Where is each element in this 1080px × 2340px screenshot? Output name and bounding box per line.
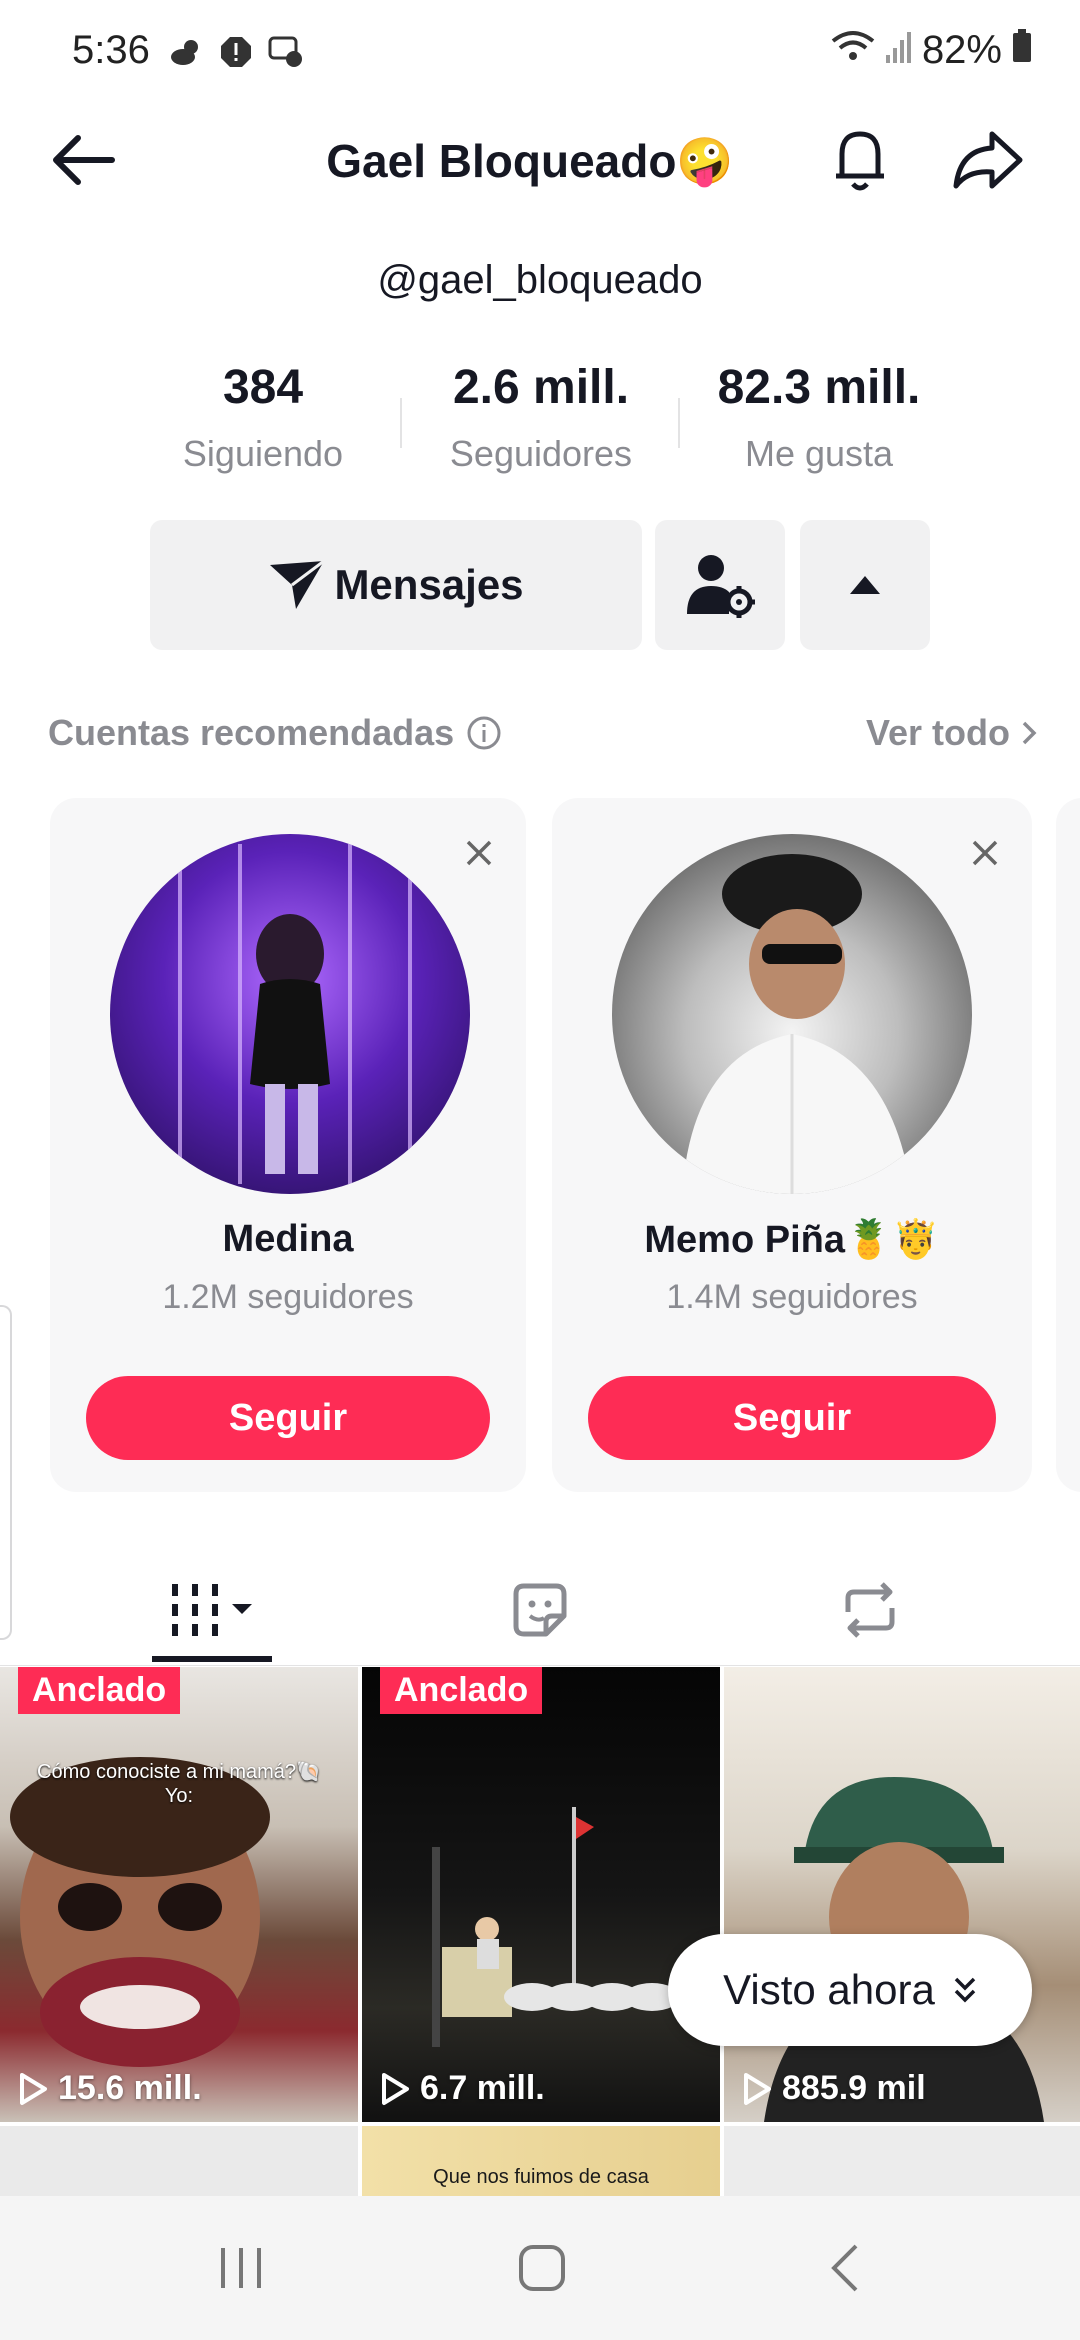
recommended-followers: 1.4M seguidores bbox=[666, 1278, 918, 1316]
view-count: 885.9 mil bbox=[742, 2069, 926, 2108]
close-icon bbox=[972, 840, 998, 866]
stat-followers-value: 2.6 mill. bbox=[452, 361, 630, 414]
sticker-icon bbox=[513, 1583, 567, 1637]
status-bar: 5:36 82% bbox=[0, 0, 1080, 105]
pinned-badge: Anclado bbox=[380, 1667, 543, 1714]
view-count-text: 885.9 mil bbox=[782, 2069, 926, 2107]
recommended-title: Cuentas recomendadas bbox=[48, 712, 502, 754]
battery-percent: 82% bbox=[921, 28, 1002, 72]
recommended-title-text: Cuentas recomendadas bbox=[48, 712, 455, 753]
share-icon bbox=[953, 131, 1023, 189]
message-button[interactable]: Mensajes bbox=[150, 520, 642, 650]
seen-now-label: Visto ahora bbox=[723, 1966, 935, 2013]
video-thumbnail[interactable]: Anclado 6.7 mill. bbox=[362, 1667, 720, 2122]
video-thumbnail[interactable]: Que nos fuimos de casa bbox=[362, 2126, 720, 2206]
video-thumbnail[interactable]: Anclado Cómo conociste a mi mamá?🐚 Yo: 1… bbox=[0, 1667, 358, 2122]
stat-following[interactable]: 384 Siguiendo bbox=[143, 360, 383, 475]
see-all-link[interactable]: Ver todo bbox=[866, 712, 1038, 754]
tabs-divider bbox=[0, 1665, 1080, 1666]
close-icon bbox=[466, 840, 492, 866]
video-caption: Yo: bbox=[164, 1785, 194, 1807]
stat-followers[interactable]: 2.6 mill. Seguidores bbox=[421, 360, 661, 475]
system-back-button[interactable] bbox=[806, 2238, 886, 2298]
video-thumbnail[interactable]: 885.9 mil bbox=[724, 1667, 1080, 2122]
recent-apps-button[interactable] bbox=[202, 2238, 282, 2298]
view-count: 6.7 mill. bbox=[380, 2069, 545, 2108]
see-all-label: Ver todo bbox=[865, 712, 1010, 753]
alert-icon bbox=[218, 34, 254, 70]
recommended-name: Medina bbox=[222, 1218, 354, 1260]
avatar[interactable] bbox=[612, 834, 972, 1194]
recommended-followers: 1.2M seguidores bbox=[162, 1278, 414, 1316]
play-icon bbox=[744, 2072, 771, 2105]
page-title: Gael Bloqueado🤪 bbox=[326, 135, 734, 187]
recommended-header: Cuentas recomendadas Ver todo bbox=[48, 712, 1038, 762]
double-chevron-down-icon bbox=[954, 1977, 976, 2003]
profile-stats: 384 Siguiendo 2.6 mill. Seguidores 82.3 … bbox=[0, 360, 1080, 490]
info-icon[interactable] bbox=[466, 715, 502, 751]
signal-icon bbox=[885, 28, 912, 73]
video-caption: Cómo conociste a mi mamá?🐚 bbox=[37, 1761, 321, 1783]
video-thumbnail[interactable] bbox=[724, 2126, 1080, 2206]
home-button[interactable] bbox=[502, 2238, 582, 2298]
notifications-button[interactable] bbox=[820, 124, 900, 196]
profile-header: Gael Bloqueado🤪 bbox=[0, 110, 1080, 210]
dismiss-button[interactable] bbox=[960, 828, 1010, 878]
recommended-card-partial[interactable] bbox=[1056, 798, 1080, 1492]
view-count-text: 15.6 mill. bbox=[58, 2069, 202, 2107]
stat-followers-label: Seguidores bbox=[449, 433, 633, 474]
tab-stickers[interactable] bbox=[490, 1560, 590, 1660]
stat-following-value: 384 bbox=[222, 361, 304, 414]
home-icon bbox=[519, 2245, 565, 2291]
follow-button[interactable]: Seguir bbox=[86, 1376, 490, 1460]
more-options-button[interactable] bbox=[800, 520, 930, 650]
add-friend-gear-icon bbox=[687, 555, 755, 618]
tab-reposts[interactable] bbox=[820, 1560, 920, 1660]
stat-likes[interactable]: 82.3 mill. Me gusta bbox=[699, 360, 939, 475]
caret-up-icon bbox=[850, 576, 880, 594]
profile-username: @gael_bloqueado bbox=[377, 258, 703, 302]
repost-icon bbox=[845, 1582, 895, 1638]
pinned-badge: Anclado bbox=[18, 1667, 181, 1714]
video-caption: Que nos fuimos de casa bbox=[433, 2166, 649, 2188]
follow-button[interactable]: Seguir bbox=[588, 1376, 996, 1460]
grid-icon bbox=[172, 1584, 252, 1636]
system-navigation-bar bbox=[0, 2196, 1080, 2340]
stat-following-label: Siguiendo bbox=[182, 433, 344, 474]
status-notifications bbox=[168, 34, 304, 70]
dismiss-button[interactable] bbox=[454, 828, 504, 878]
stat-likes-label: Me gusta bbox=[744, 433, 894, 474]
play-icon bbox=[382, 2072, 409, 2105]
play-icon bbox=[20, 2072, 47, 2105]
add-friend-settings-button[interactable] bbox=[655, 520, 785, 650]
recommended-card[interactable]: Medina 1.2M seguidores Seguir bbox=[50, 798, 526, 1492]
stat-divider bbox=[678, 398, 680, 448]
content-tabs bbox=[0, 1560, 1080, 1670]
view-count: 15.6 mill. bbox=[18, 2069, 202, 2108]
chevron-right-icon bbox=[1022, 721, 1037, 745]
view-count-text: 6.7 mill. bbox=[420, 2069, 545, 2107]
stat-divider bbox=[400, 398, 402, 448]
bell-icon bbox=[836, 131, 884, 191]
seen-now-button[interactable]: Visto ahora bbox=[668, 1934, 1032, 2046]
message-button-label: Mensajes bbox=[334, 561, 524, 608]
wifi-icon bbox=[830, 28, 876, 73]
active-tab-indicator bbox=[152, 1656, 272, 1662]
battery-icon bbox=[1012, 28, 1032, 73]
chat-notification-icon bbox=[268, 34, 304, 70]
recommended-card[interactable]: Memo Piña🍍🤴 1.4M seguidores Seguir bbox=[552, 798, 1032, 1492]
status-right: 82% bbox=[830, 28, 1032, 73]
recommended-name: Memo Piña🍍🤴 bbox=[644, 1219, 940, 1261]
video-thumbnail[interactable] bbox=[0, 2126, 358, 2206]
avatar[interactable] bbox=[110, 834, 470, 1194]
chevron-left-icon bbox=[831, 2244, 858, 2292]
weather-icon bbox=[168, 34, 204, 70]
share-button[interactable] bbox=[948, 124, 1028, 196]
recent-apps-icon bbox=[221, 2248, 261, 2288]
status-time: 5:36 bbox=[72, 28, 150, 72]
tab-videos[interactable] bbox=[150, 1560, 280, 1660]
stat-likes-value: 82.3 mill. bbox=[717, 361, 921, 414]
send-icon bbox=[270, 559, 326, 609]
video-grid: Anclado Cómo conociste a mi mamá?🐚 Yo: 1… bbox=[0, 1667, 1080, 2206]
